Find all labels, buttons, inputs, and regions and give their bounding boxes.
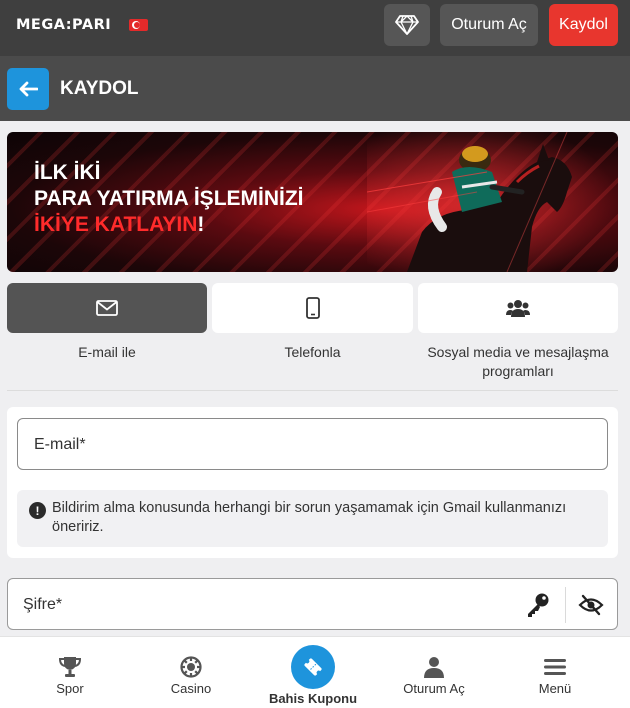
page-title: KAYDOL: [60, 78, 139, 99]
logo[interactable]: MEGA:PARI: [16, 17, 111, 33]
envelope-icon: [96, 300, 118, 316]
ticket-icon: [291, 645, 335, 689]
nav-sport-label: Spor: [56, 681, 84, 696]
nav-menu-label: Menü: [538, 681, 572, 696]
banner-line-3: İKİYE KATLAYIN!: [34, 212, 304, 238]
jockey-horse-illustration: [367, 132, 617, 272]
hamburger-icon: [543, 655, 567, 679]
banner-line-2: PARA YATIRMA İŞLEMİNİZİ: [34, 187, 304, 210]
nav-login-label: Oturum Aç: [403, 681, 465, 696]
login-button[interactable]: Oturum Aç: [440, 4, 538, 46]
tab-social[interactable]: [418, 283, 618, 333]
logo-text-left: MEGA: [16, 17, 66, 33]
users-icon: [506, 300, 530, 317]
tab-phone-label[interactable]: Telefonla: [212, 343, 413, 362]
turkey-flag-icon[interactable]: [129, 19, 148, 31]
nav-bet-slip[interactable]: Bahis Kuponu: [250, 637, 376, 708]
back-button[interactable]: [7, 68, 49, 110]
notice-text: Bildirim alma konusunda herhangi bir sor…: [52, 500, 567, 535]
diamond-icon: [395, 15, 419, 35]
diamond-button[interactable]: [384, 4, 430, 46]
promo-banner[interactable]: İLK İKİ PARA YATIRMA İŞLEMİNİZİ İKİYE KA…: [7, 132, 618, 272]
nav-casino-label: Casino: [170, 681, 212, 696]
nav-bet-slip-label: Bahis Kuponu: [268, 691, 358, 706]
nav-casino[interactable]: Casino: [128, 637, 254, 708]
banner-highlight: İKİYE KATLAYIN: [34, 213, 198, 236]
trophy-icon: [58, 655, 82, 679]
casino-chip-icon: [179, 655, 203, 679]
banner-line-1: İLK İKİ: [34, 161, 101, 184]
divider: [7, 390, 618, 391]
tab-social-label[interactable]: Sosyal media ve mesajlaşma programları: [418, 343, 618, 381]
bottom-navigation: Spor Casino Bahis Kuponu Oturum Aç Menü: [0, 636, 630, 708]
banner-headline: İLK İKİ PARA YATIRMA İŞLEMİNİZİ İKİYE KA…: [34, 160, 304, 238]
tab-phone[interactable]: [212, 283, 413, 333]
nav-menu[interactable]: Menü: [492, 637, 618, 708]
password-field[interactable]: Şifre*: [7, 578, 618, 630]
user-icon: [422, 655, 446, 679]
key-icon[interactable]: [525, 592, 551, 618]
phone-icon: [305, 297, 320, 319]
email-field[interactable]: E-mail*: [17, 418, 608, 470]
exclamation-icon: !: [29, 502, 46, 519]
tab-email-label[interactable]: E-mail ile: [7, 343, 207, 362]
nav-sport[interactable]: Spor: [7, 637, 133, 708]
page-header: KAYDOL: [0, 56, 630, 121]
top-bar: MEGA:PARI Oturum Aç Kaydol: [0, 0, 630, 56]
nav-login[interactable]: Oturum Aç: [371, 637, 497, 708]
gmail-notice: ! Bildirim alma konusunda herhangi bir s…: [17, 490, 608, 547]
logo-text-right: PARI: [72, 17, 112, 33]
password-placeholder: Şifre*: [23, 596, 63, 613]
eye-slash-icon[interactable]: [578, 592, 604, 618]
signup-button[interactable]: Kaydol: [549, 4, 618, 46]
password-field-separator: [565, 587, 566, 623]
arrow-left-icon: [19, 81, 38, 97]
tab-email[interactable]: [7, 283, 207, 333]
banner-exclamation: !: [197, 213, 205, 236]
